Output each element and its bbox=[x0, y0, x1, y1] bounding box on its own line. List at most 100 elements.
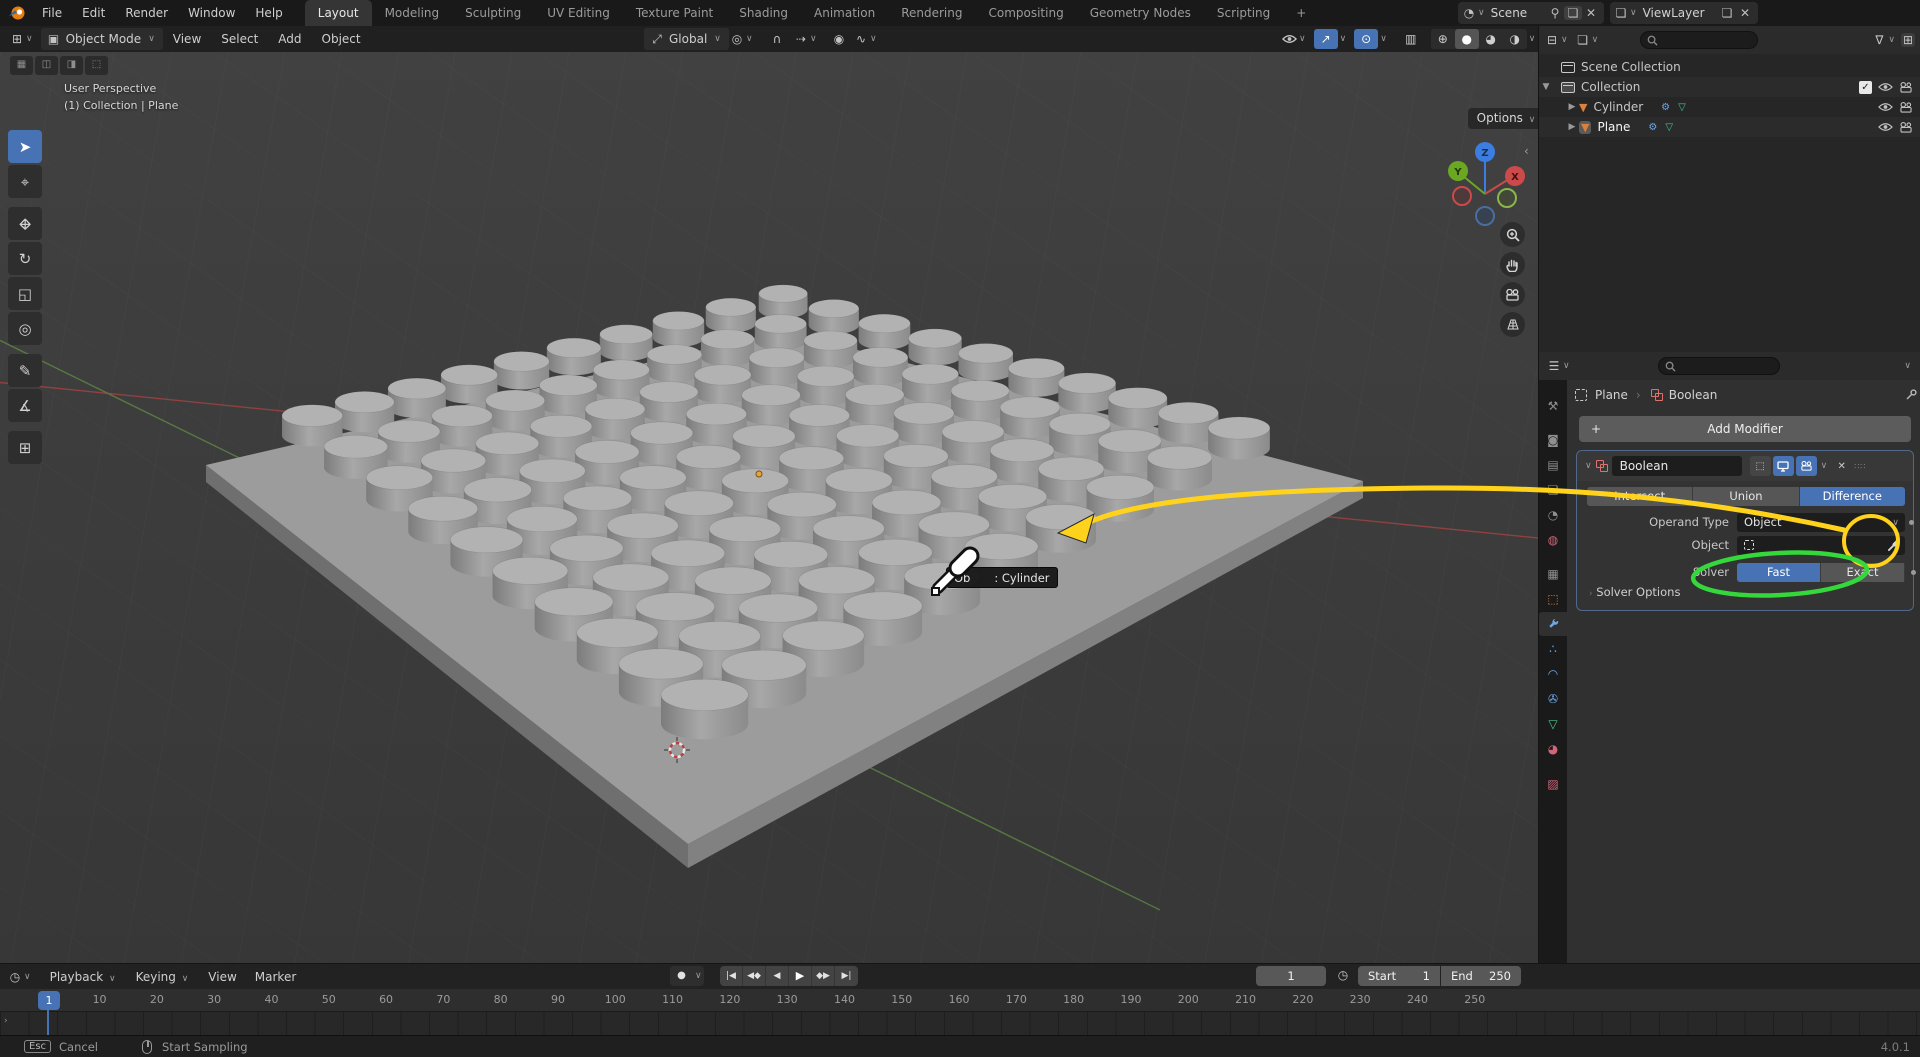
tab-object[interactable]: ⬚ bbox=[1539, 587, 1567, 611]
modifier-extras-chevron[interactable]: ∨ bbox=[1821, 461, 1828, 471]
disclosure-icon[interactable]: ▼ bbox=[1539, 82, 1553, 92]
animate-dot[interactable] bbox=[1911, 570, 1916, 575]
menu-view-timeline[interactable]: View bbox=[199, 970, 245, 984]
hide-eye-icon[interactable] bbox=[1878, 82, 1893, 92]
menu-render[interactable]: Render bbox=[115, 0, 178, 26]
tab-object-data[interactable]: ▽ bbox=[1539, 712, 1567, 736]
realtime-display-toggle[interactable] bbox=[1773, 456, 1794, 476]
viewlayer-selector[interactable]: ❏∨ ViewLayer ❏ ✕ bbox=[1610, 2, 1758, 24]
gizmo-minus-x-axis[interactable] bbox=[1453, 187, 1471, 205]
snap-toggle[interactable]: ∩ bbox=[764, 28, 790, 50]
pin-icon[interactable] bbox=[1905, 389, 1917, 401]
gizmo-minus-z-axis[interactable] bbox=[1476, 207, 1494, 225]
3d-viewport[interactable]: ▦ ◫ ◨ ⬚ Options ∨ User Perspective (1) C… bbox=[0, 52, 1538, 963]
current-frame-field[interactable]: 1 bbox=[1256, 966, 1326, 986]
workspace-tab-texture-paint[interactable]: Texture Paint bbox=[623, 0, 726, 26]
pivot-point-button[interactable]: ◎∨ bbox=[724, 28, 761, 50]
menu-select[interactable]: Select bbox=[211, 26, 268, 52]
menu-help[interactable]: Help bbox=[245, 0, 292, 26]
object-picker-field[interactable] bbox=[1737, 536, 1905, 555]
expand-chevron[interactable]: ∨ bbox=[1585, 461, 1592, 471]
tool-select-box[interactable]: ➤ bbox=[8, 130, 42, 163]
tab-constraints[interactable]: ✇ bbox=[1539, 687, 1567, 711]
tool-move[interactable]: ↔↔ bbox=[8, 207, 42, 240]
tab-collection[interactable]: ▦ bbox=[1539, 562, 1567, 586]
display-mode-icon[interactable]: ⊟ bbox=[1545, 33, 1559, 47]
workspace-tab-sculpting[interactable]: Sculpting bbox=[452, 0, 534, 26]
tool-cursor[interactable]: ⌖ bbox=[8, 165, 42, 198]
falloff-button[interactable]: ∿∨ bbox=[848, 28, 885, 50]
workspace-tab-uv-editing[interactable]: UV Editing bbox=[534, 0, 623, 26]
properties-options-chevron[interactable]: ∨ bbox=[1904, 361, 1911, 371]
disclosure-icon[interactable]: ▶ bbox=[1565, 102, 1579, 112]
pin-icon[interactable]: ⚲ bbox=[1546, 6, 1564, 20]
drag-handle[interactable]: ∷∷ bbox=[1854, 462, 1866, 471]
tab-texture[interactable]: ▨ bbox=[1539, 772, 1567, 796]
tool-rotate[interactable]: ↻ bbox=[8, 242, 42, 275]
render-camera-icon[interactable] bbox=[1899, 122, 1913, 133]
menu-marker[interactable]: Marker bbox=[246, 970, 305, 984]
tool-add-cube[interactable]: ⊞ bbox=[8, 431, 42, 464]
hide-eye-icon[interactable] bbox=[1878, 102, 1893, 112]
current-frame-marker[interactable]: 1 bbox=[38, 991, 60, 1010]
snap-target-button[interactable]: ⇢∨ bbox=[788, 28, 825, 50]
jump-to-end-button[interactable]: ▶| bbox=[835, 966, 858, 986]
tab-physics[interactable]: ◠ bbox=[1539, 662, 1567, 686]
menu-add[interactable]: Add bbox=[268, 26, 311, 52]
gizmos-toggle[interactable]: ↗ bbox=[1314, 29, 1338, 49]
solver-fast-button[interactable]: Fast bbox=[1737, 563, 1821, 582]
tab-modifiers[interactable] bbox=[1539, 612, 1567, 636]
solver-options-expander[interactable]: › Solver Options bbox=[1589, 585, 1680, 599]
overlays-toggle[interactable]: ⊙ bbox=[1354, 29, 1378, 49]
tool-measure[interactable]: ∡ bbox=[8, 389, 42, 422]
workspace-tab-shading[interactable]: Shading bbox=[726, 0, 801, 26]
outliner-search-input[interactable] bbox=[1640, 31, 1758, 49]
modifier-name-field[interactable]: Boolean bbox=[1612, 456, 1742, 476]
outliner-row-scene-collection[interactable]: Scene Collection bbox=[1539, 57, 1920, 77]
disclosure-icon[interactable]: ▶ bbox=[1565, 122, 1579, 132]
tab-world[interactable]: ◍ bbox=[1539, 528, 1567, 552]
timeline-tracks[interactable]: › bbox=[0, 1012, 1920, 1036]
properties-search-input[interactable] bbox=[1658, 357, 1780, 375]
show-object-types-button[interactable]: ∨ bbox=[1276, 28, 1314, 50]
tab-render[interactable]: ◙ bbox=[1539, 428, 1567, 452]
zoom-button[interactable] bbox=[1500, 222, 1525, 247]
collection-checkbox[interactable]: ✓ bbox=[1859, 81, 1872, 94]
properties-editor-icon[interactable]: ☰ bbox=[1547, 359, 1561, 373]
tool-scale[interactable]: ◱ bbox=[8, 277, 42, 310]
xray-toggle[interactable]: ▥ bbox=[1399, 29, 1423, 49]
shading-wireframe-button[interactable]: ⊕ bbox=[1431, 29, 1455, 49]
jump-to-start-button[interactable]: |◀ bbox=[720, 966, 743, 986]
outliner-row-cylinder[interactable]: ▶ ▼ Cylinder ⚙ ▽ bbox=[1539, 97, 1920, 117]
outliner-row-collection[interactable]: ▼ Collection ✓ bbox=[1539, 77, 1920, 97]
menu-playback[interactable]: Playback ∨ bbox=[41, 970, 127, 984]
menu-file[interactable]: File bbox=[32, 0, 72, 26]
cylinder-array[interactable] bbox=[282, 285, 1270, 740]
render-camera-icon[interactable] bbox=[1899, 102, 1913, 113]
start-frame-field[interactable]: Start1 bbox=[1358, 966, 1440, 986]
render-display-toggle[interactable] bbox=[1796, 456, 1817, 476]
region-collapse-chevron[interactable]: ‹ bbox=[1524, 144, 1529, 158]
timeline-ruler[interactable]: 1020304050607080901001101201301401501601… bbox=[0, 989, 1920, 1012]
tab-material[interactable]: ◕ bbox=[1539, 737, 1567, 761]
operation-union-button[interactable]: Union bbox=[1693, 487, 1799, 506]
tab-output[interactable]: ▤ bbox=[1539, 453, 1567, 477]
pan-button[interactable] bbox=[1500, 252, 1525, 277]
workspace-tab-rendering[interactable]: Rendering bbox=[888, 0, 975, 26]
menu-object[interactable]: Object bbox=[312, 26, 371, 52]
workspace-tab-scripting[interactable]: Scripting bbox=[1204, 0, 1283, 26]
tab-view-layer[interactable]: ❏ bbox=[1539, 478, 1567, 502]
filter-icon[interactable]: ∇ bbox=[1872, 33, 1886, 47]
workspace-tab-layout[interactable]: Layout bbox=[305, 0, 372, 26]
select-mode-subtract-button[interactable]: ◨ bbox=[60, 56, 83, 75]
solver-exact-button[interactable]: Exact bbox=[1821, 563, 1905, 582]
remove-viewlayer-icon[interactable]: ✕ bbox=[1736, 6, 1754, 20]
editor-type-button[interactable]: ⊞∨ bbox=[4, 28, 41, 50]
mode-selector[interactable]: ▣ Object Mode∨ bbox=[41, 28, 163, 50]
delete-modifier-button[interactable]: ✕ bbox=[1831, 456, 1852, 476]
breadcrumb-modifier[interactable]: Boolean bbox=[1669, 388, 1718, 402]
workspace-tab-compositing[interactable]: Compositing bbox=[975, 0, 1076, 26]
operation-difference-button[interactable]: Difference bbox=[1800, 487, 1905, 506]
new-scene-icon[interactable]: ❏ bbox=[1564, 6, 1582, 20]
orthographic-toggle-button[interactable] bbox=[1500, 312, 1525, 337]
